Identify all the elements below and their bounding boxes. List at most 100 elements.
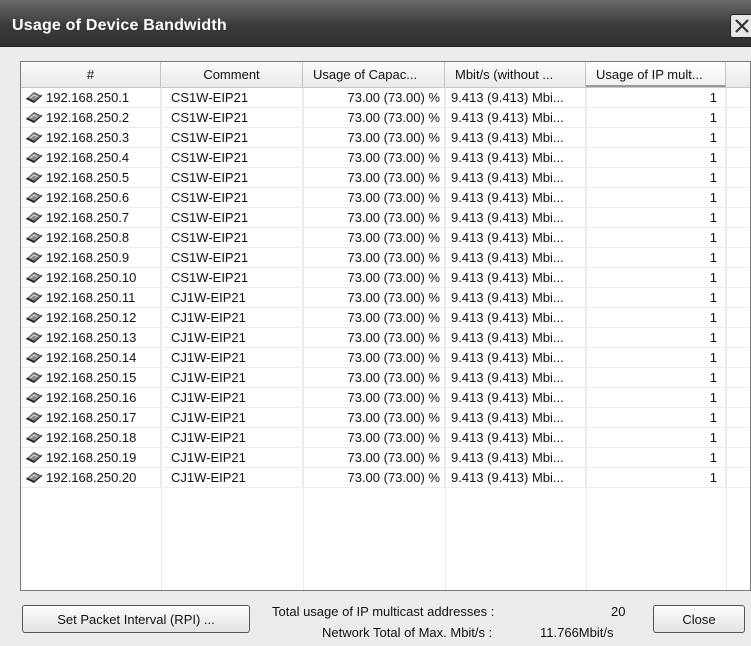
row-filler	[726, 348, 750, 367]
ip-multicast-cell: 1	[586, 428, 726, 447]
column-header-usage-capacity[interactable]: Usage of Capac...	[303, 62, 445, 87]
row-filler	[726, 408, 750, 427]
set-packet-interval-button[interactable]: Set Packet Interval (RPI) ...	[22, 605, 250, 633]
table-row[interactable]: 192.168.250.16 CJ1W-EIP21 73.00 (73.00) % 9…	[21, 388, 750, 408]
mbits-cell: 9.413 (9.413) Mbi...	[445, 428, 586, 447]
table-row[interactable]: 192.168.250.11 CJ1W-EIP21 73.00 (73.00) % 9…	[21, 288, 750, 308]
usage-capacity-cell: 73.00 (73.00) %	[303, 268, 445, 287]
table-row[interactable]: 192.168.250.7 CS1W-EIP21 73.00 (73.00) % 9.…	[21, 208, 750, 228]
close-icon[interactable]	[730, 14, 751, 38]
cell-text: 192.168.250.6	[46, 190, 130, 205]
usage-capacity-cell: 73.00 (73.00) %	[303, 108, 445, 127]
cell-text: CS1W-EIP21	[171, 190, 249, 205]
cell-text: 73.00 (73.00) %	[347, 430, 440, 445]
cell-text: 1	[709, 270, 717, 285]
ip-address-cell: 192.168.250.18	[21, 428, 161, 447]
table-row[interactable]: 192.168.250.4 CS1W-EIP21 73.00 (73.00) % 9.…	[21, 148, 750, 168]
table-row[interactable]: 192.168.250.2 CS1W-EIP21 73.00 (73.00) % 9.…	[21, 108, 750, 128]
usage-capacity-cell: 73.00 (73.00) %	[303, 408, 445, 427]
ip-address-cell: 192.168.250.20	[21, 468, 161, 487]
bandwidth-table[interactable]: # Comment Usage of Capac... Mbit/s (with…	[20, 61, 751, 591]
cell-text: 192.168.250.8	[46, 230, 130, 245]
close-button[interactable]: Close	[653, 605, 745, 633]
table-row[interactable]: 192.168.250.12 CJ1W-EIP21 73.00 (73.00) % 9…	[21, 308, 750, 328]
ip-address-cell: 192.168.250.19	[21, 448, 161, 467]
ip-address-cell: 192.168.250.4	[21, 148, 161, 167]
comment-cell: CJ1W-EIP21	[161, 348, 303, 367]
ip-address-cell: 192.168.250.8	[21, 228, 161, 247]
comment-cell: CS1W-EIP21	[161, 248, 303, 267]
row-filler	[726, 288, 750, 307]
cell-text: CJ1W-EIP21	[171, 430, 246, 445]
device-icon	[25, 130, 43, 144]
cell-text: CS1W-EIP21	[171, 230, 249, 245]
device-icon	[25, 290, 43, 304]
ip-multicast-cell: 1	[586, 368, 726, 387]
table-row[interactable]: 192.168.250.1 CS1W-EIP21 73.00 (73.00) % 9.…	[21, 88, 750, 108]
device-icon	[25, 410, 43, 424]
comment-cell: CS1W-EIP21	[161, 268, 303, 287]
device-icon	[25, 110, 43, 124]
cell-text: 73.00 (73.00) %	[347, 370, 440, 385]
cell-text: 1	[709, 130, 717, 145]
cell-text: 192.168.250.3	[46, 130, 130, 145]
comment-cell: CS1W-EIP21	[161, 168, 303, 187]
table-row[interactable]: 192.168.250.14 CJ1W-EIP21 73.00 (73.00) % 9…	[21, 348, 750, 368]
usage-capacity-cell: 73.00 (73.00) %	[303, 428, 445, 447]
column-header-ip-multicast[interactable]: Usage of IP mult...	[586, 62, 726, 87]
device-icon	[25, 470, 43, 484]
ip-address-cell: 192.168.250.14	[21, 348, 161, 367]
ip-address-cell: 192.168.250.1	[21, 88, 161, 107]
cell-text: 1	[709, 310, 717, 325]
cell-text: 1	[709, 330, 717, 345]
table-row[interactable]: 192.168.250.9 CS1W-EIP21 73.00 (73.00) % 9.…	[21, 248, 750, 268]
cell-text: 1	[709, 170, 717, 185]
cell-text: 1	[709, 90, 717, 105]
ip-multicast-cell: 1	[586, 208, 726, 227]
usage-capacity-cell: 73.00 (73.00) %	[303, 368, 445, 387]
mbits-cell: 9.413 (9.413) Mbi...	[445, 308, 586, 327]
table-row[interactable]: 192.168.250.17 CJ1W-EIP21 73.00 (73.00) % 9…	[21, 408, 750, 428]
table-row[interactable]: 192.168.250.5 CS1W-EIP21 73.00 (73.00) % 9.…	[21, 168, 750, 188]
cell-text: CJ1W-EIP21	[171, 290, 246, 305]
cell-text: 73.00 (73.00) %	[347, 170, 440, 185]
table-row[interactable]: 192.168.250.8 CS1W-EIP21 73.00 (73.00) % 9.…	[21, 228, 750, 248]
row-filler	[726, 448, 750, 467]
row-filler	[726, 268, 750, 287]
table-body: 192.168.250.1 CS1W-EIP21 73.00 (73.00) % 9.…	[21, 88, 750, 488]
cell-text: 192.168.250.4	[46, 150, 130, 165]
device-icon	[25, 310, 43, 324]
comment-cell: CJ1W-EIP21	[161, 388, 303, 407]
ip-address-cell: 192.168.250.16	[21, 388, 161, 407]
table-row[interactable]: 192.168.250.3 CS1W-EIP21 73.00 (73.00) % 9.…	[21, 128, 750, 148]
table-row[interactable]: 192.168.250.13 CJ1W-EIP21 73.00 (73.00) % 9…	[21, 328, 750, 348]
cell-text: CJ1W-EIP21	[171, 450, 246, 465]
cell-text: 73.00 (73.00) %	[347, 410, 440, 425]
ip-address-cell: 192.168.250.15	[21, 368, 161, 387]
cell-text: 1	[709, 290, 717, 305]
cell-text: 1	[709, 110, 717, 125]
cell-text: 9.413 (9.413) Mbi...	[451, 370, 564, 385]
column-divider	[726, 88, 727, 590]
multicast-total-label: Total usage of IP multicast addresses :	[272, 604, 495, 619]
comment-cell: CJ1W-EIP21	[161, 368, 303, 387]
cell-text: 9.413 (9.413) Mbi...	[451, 410, 564, 425]
table-row[interactable]: 192.168.250.10 CS1W-EIP21 73.00 (73.00) % 9…	[21, 268, 750, 288]
ip-address-cell: 192.168.250.17	[21, 408, 161, 427]
ip-multicast-cell: 1	[586, 388, 726, 407]
column-header-comment[interactable]: Comment	[161, 62, 303, 87]
table-row[interactable]: 192.168.250.19 CJ1W-EIP21 73.00 (73.00) % 9…	[21, 448, 750, 468]
table-row[interactable]: 192.168.250.20 CJ1W-EIP21 73.00 (73.00) % 9…	[21, 468, 750, 488]
cell-text: 9.413 (9.413) Mbi...	[451, 390, 564, 405]
table-row[interactable]: 192.168.250.6 CS1W-EIP21 73.00 (73.00) % 9.…	[21, 188, 750, 208]
table-row[interactable]: 192.168.250.18 CJ1W-EIP21 73.00 (73.00) % 9…	[21, 428, 750, 448]
column-header-number[interactable]: #	[21, 62, 161, 87]
row-filler	[726, 228, 750, 247]
usage-capacity-cell: 73.00 (73.00) %	[303, 168, 445, 187]
column-header-mbits[interactable]: Mbit/s (without ...	[445, 62, 586, 87]
column-divider	[303, 88, 304, 590]
ip-multicast-cell: 1	[586, 448, 726, 467]
table-row[interactable]: 192.168.250.15 CJ1W-EIP21 73.00 (73.00) % 9…	[21, 368, 750, 388]
cell-text: 9.413 (9.413) Mbi...	[451, 170, 564, 185]
cell-text: 73.00 (73.00) %	[347, 330, 440, 345]
